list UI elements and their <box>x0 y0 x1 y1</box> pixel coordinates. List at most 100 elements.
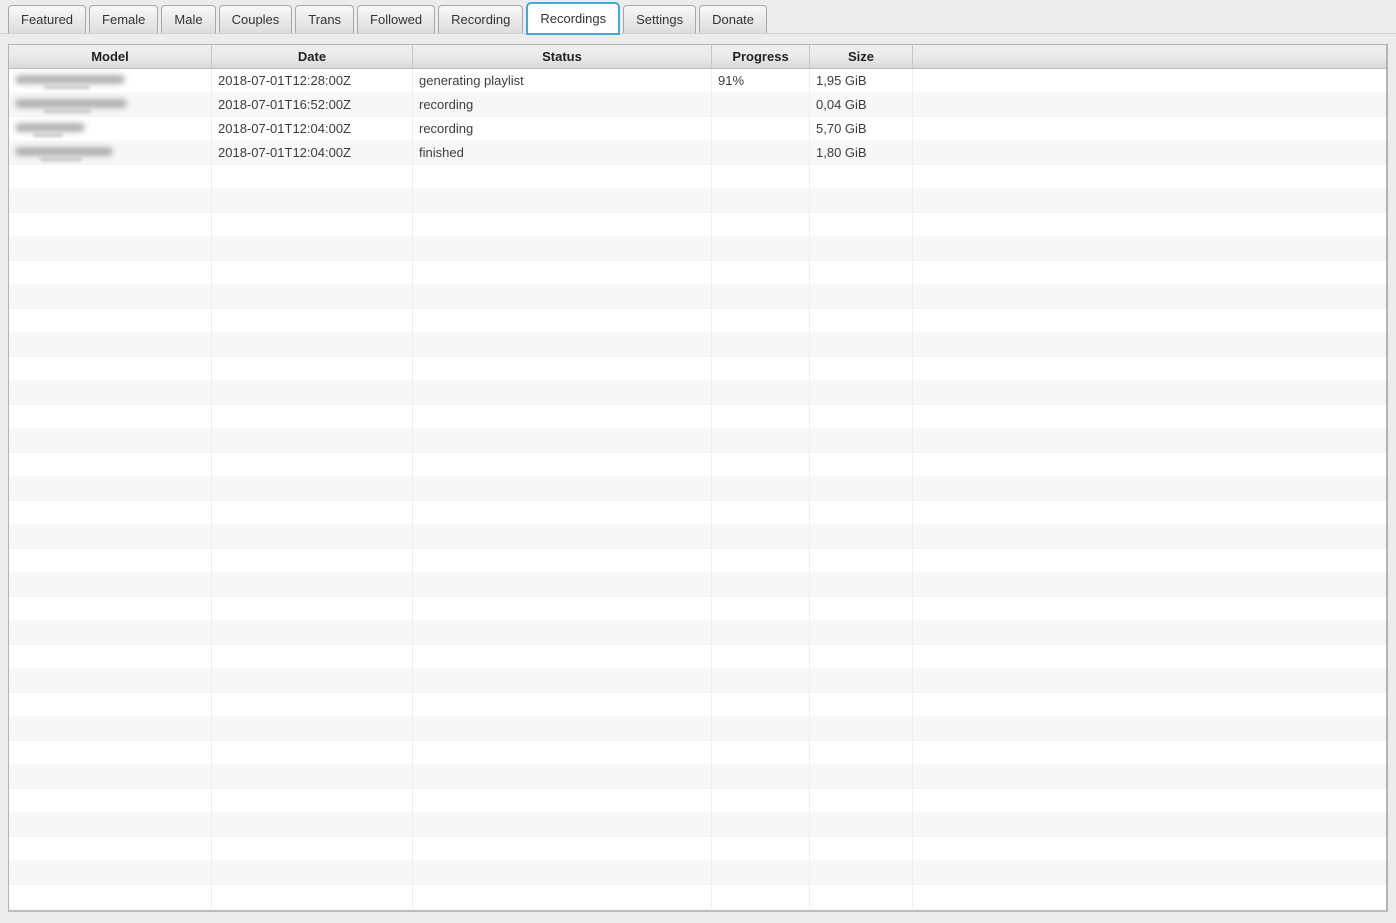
column-header-status[interactable]: Status <box>413 45 712 68</box>
tab-trans[interactable]: Trans <box>295 5 354 33</box>
empty-row <box>9 669 1386 693</box>
tab-female[interactable]: Female <box>89 5 158 33</box>
date-cell <box>212 765 413 788</box>
model-cell <box>9 405 212 428</box>
date-cell <box>212 909 413 910</box>
tab-male[interactable]: Male <box>161 5 215 33</box>
date-cell <box>212 837 413 860</box>
status-cell <box>413 237 712 260</box>
model-cell <box>9 333 212 356</box>
size-cell <box>810 333 913 356</box>
status-cell: recording <box>413 93 712 116</box>
size-cell <box>810 837 913 860</box>
model-cell <box>9 717 212 740</box>
model-cell <box>9 837 212 860</box>
empty-row <box>9 165 1386 189</box>
model-cell <box>9 573 212 596</box>
tab-couples[interactable]: Couples <box>219 5 293 33</box>
redacted-model-name <box>15 93 127 116</box>
recording-row[interactable]: 2018-07-01T12:04:00Zfinished1,80 GiB <box>9 141 1386 165</box>
filler-cell <box>913 717 1386 740</box>
progress-cell <box>712 405 810 428</box>
date-cell <box>212 405 413 428</box>
progress-cell <box>712 645 810 668</box>
empty-row <box>9 525 1386 549</box>
column-header-progress[interactable]: Progress <box>712 45 810 68</box>
date-cell <box>212 213 413 236</box>
model-cell <box>9 741 212 764</box>
date-cell <box>212 357 413 380</box>
table-header-row: ModelDateStatusProgressSize <box>9 45 1386 69</box>
filler-cell <box>913 477 1386 500</box>
column-header-model[interactable]: Model <box>9 45 212 68</box>
column-header-filler[interactable] <box>913 45 1386 68</box>
filler-cell <box>913 741 1386 764</box>
column-header-size[interactable]: Size <box>810 45 913 68</box>
empty-row <box>9 573 1386 597</box>
date-cell <box>212 381 413 404</box>
date-cell: 2018-07-01T12:04:00Z <box>212 117 413 140</box>
empty-row <box>9 549 1386 573</box>
status-cell <box>413 189 712 212</box>
status-cell <box>413 525 712 548</box>
progress-cell <box>712 741 810 764</box>
progress-cell <box>712 885 810 908</box>
model-cell <box>9 213 212 236</box>
status-cell <box>413 429 712 452</box>
size-cell <box>810 885 913 908</box>
tab-recordings[interactable]: Recordings <box>526 2 620 35</box>
tab-featured[interactable]: Featured <box>8 5 86 33</box>
empty-row <box>9 621 1386 645</box>
date-cell <box>212 885 413 908</box>
redacted-model-name <box>15 117 85 140</box>
size-cell <box>810 789 913 812</box>
tab-recording[interactable]: Recording <box>438 5 523 33</box>
date-cell <box>212 717 413 740</box>
tab-followed[interactable]: Followed <box>357 5 435 33</box>
model-cell <box>9 885 212 908</box>
model-cell <box>9 525 212 548</box>
size-cell <box>810 573 913 596</box>
status-cell <box>413 213 712 236</box>
status-cell: generating playlist <box>413 69 712 92</box>
recording-row[interactable]: 2018-07-01T16:52:00Zrecording0,04 GiB <box>9 93 1386 117</box>
size-cell <box>810 501 913 524</box>
column-header-date[interactable]: Date <box>212 45 413 68</box>
filler-cell <box>913 93 1386 116</box>
size-cell <box>810 525 913 548</box>
filler-cell <box>913 405 1386 428</box>
size-cell <box>810 453 913 476</box>
tab-settings[interactable]: Settings <box>623 5 696 33</box>
size-cell <box>810 477 913 500</box>
status-cell <box>413 549 712 572</box>
size-cell <box>810 813 913 836</box>
filler-cell <box>913 261 1386 284</box>
model-cell <box>9 429 212 452</box>
size-cell <box>810 357 913 380</box>
progress-cell <box>712 597 810 620</box>
status-cell: recording <box>413 117 712 140</box>
filler-cell <box>913 669 1386 692</box>
recording-row[interactable]: 2018-07-01T12:28:00Zgenerating playlist9… <box>9 69 1386 93</box>
status-cell <box>413 309 712 332</box>
progress-cell: 91% <box>712 69 810 92</box>
filler-cell <box>913 885 1386 908</box>
model-cell <box>9 597 212 620</box>
progress-cell <box>712 213 810 236</box>
recording-row[interactable]: 2018-07-01T12:04:00Zrecording5,70 GiB <box>9 117 1386 141</box>
filler-cell <box>913 693 1386 716</box>
date-cell <box>212 693 413 716</box>
size-cell <box>810 213 913 236</box>
status-cell <box>413 669 712 692</box>
model-cell <box>9 813 212 836</box>
size-cell <box>810 693 913 716</box>
status-cell <box>413 693 712 716</box>
model-cell <box>9 453 212 476</box>
redacted-model-name <box>15 141 113 164</box>
model-cell <box>9 117 212 140</box>
status-cell <box>413 357 712 380</box>
tab-donate[interactable]: Donate <box>699 5 767 33</box>
date-cell <box>212 165 413 188</box>
filler-cell <box>913 237 1386 260</box>
date-cell: 2018-07-01T16:52:00Z <box>212 93 413 116</box>
